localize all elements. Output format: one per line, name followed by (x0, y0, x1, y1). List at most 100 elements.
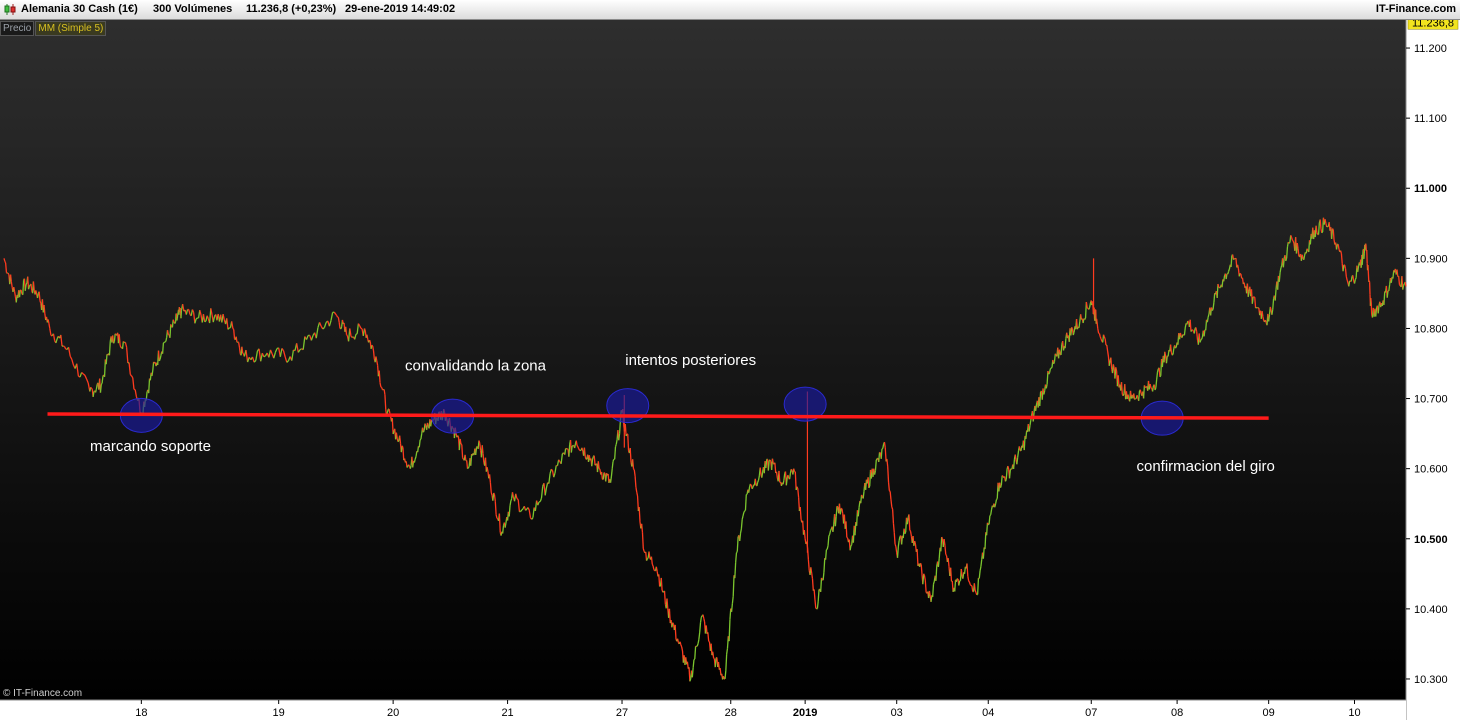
price-segment (1321, 231, 1324, 234)
price-segment (1383, 291, 1386, 306)
price-segment (1227, 268, 1231, 272)
price-segment (24, 284, 27, 291)
price-segment (1225, 273, 1228, 280)
price-segment (409, 465, 412, 469)
price-segment (1206, 316, 1209, 323)
price-segment (1223, 275, 1226, 282)
price-segment (36, 293, 39, 299)
price-segment (583, 447, 586, 457)
price-segment (923, 573, 926, 576)
price-segment (1005, 469, 1008, 480)
price-segment (932, 584, 935, 597)
price-segment (1155, 379, 1158, 388)
price-segment (122, 341, 125, 343)
price-segment (493, 492, 496, 495)
price-segment (634, 475, 637, 488)
price-segment (650, 556, 653, 565)
candlestick-icon (4, 4, 16, 15)
price-segment (105, 354, 108, 365)
price-segment (27, 286, 30, 290)
price-segment (783, 473, 786, 481)
price-segment (461, 444, 464, 458)
price-segment (90, 386, 93, 389)
price-segment (1397, 275, 1401, 285)
x-tick-label: 08 (1171, 707, 1183, 719)
price-segment (967, 576, 970, 581)
price-segment (713, 657, 715, 660)
price-segment (1352, 275, 1355, 282)
price-segment (793, 468, 796, 472)
price-segment (1335, 244, 1338, 250)
price-segment (976, 578, 980, 595)
price-segment (811, 572, 814, 579)
price-segment (803, 530, 806, 539)
price-segment (169, 324, 172, 338)
x-tick-label: 28 (725, 707, 737, 719)
price-segment (1319, 219, 1322, 230)
price-segment (618, 433, 621, 441)
price-segment (666, 598, 669, 609)
price-segment (846, 536, 849, 539)
price-segment (692, 659, 695, 668)
price-segment (1106, 350, 1110, 357)
price-segment (759, 467, 762, 475)
price-segment (422, 430, 425, 433)
price-segment (940, 536, 943, 552)
price-segment (1017, 450, 1020, 458)
price-segment (629, 447, 632, 463)
price-segment (489, 482, 492, 493)
price-segment (459, 438, 462, 445)
price-segment (114, 333, 117, 335)
price-segment (1108, 360, 1111, 366)
datetime: 29-ene-2019 14:49:02 (345, 3, 456, 15)
price-segment (157, 350, 160, 361)
price-segment (893, 532, 896, 545)
price-segment (241, 346, 244, 354)
price-segment (467, 466, 470, 469)
price-segment (399, 435, 402, 444)
price-segment (13, 291, 17, 298)
price-segment (576, 445, 579, 447)
price-segment (1001, 475, 1004, 477)
price-segment (1274, 289, 1277, 301)
price-chart[interactable]: 11.200 11.100 11.000 10.900 10.800 10.700 10.6… (0, 20, 1460, 720)
price-segment (894, 543, 897, 547)
price-segment (771, 458, 774, 464)
price-segment (691, 667, 694, 678)
price-segment (703, 618, 706, 623)
price-segment (765, 459, 768, 469)
price-segment (509, 500, 512, 506)
price-segment (1183, 327, 1186, 335)
price-segment (498, 513, 501, 533)
price-segment (426, 422, 429, 427)
price-segment (360, 327, 363, 330)
price-segment (108, 341, 111, 356)
price-segment (878, 452, 881, 463)
price-segment (1084, 317, 1087, 320)
price-segment (1261, 311, 1264, 317)
price-segment (787, 474, 790, 479)
price-segment (645, 558, 648, 561)
price-segment (906, 517, 909, 525)
price-segment (882, 444, 885, 449)
legend-moving-average[interactable]: MM (Simple 5) (35, 21, 107, 36)
price-segment (4, 262, 8, 273)
price-segment (891, 509, 895, 524)
price-segment (1142, 385, 1146, 399)
price-segment (974, 590, 977, 593)
price-segment (824, 549, 828, 560)
price-segment (944, 545, 947, 555)
legend-price[interactable]: Precio (0, 21, 35, 36)
price-segment (744, 509, 746, 512)
price-segment (158, 358, 161, 362)
price-segment (748, 486, 751, 493)
price-segment (714, 658, 717, 668)
price-segment (419, 438, 422, 441)
price-segment (575, 440, 578, 446)
price-segment (884, 447, 887, 462)
price-segment (725, 654, 728, 671)
price-segment (702, 614, 705, 619)
price-segment (1264, 319, 1267, 323)
price-segment (495, 514, 498, 519)
price-segment (1127, 394, 1130, 400)
